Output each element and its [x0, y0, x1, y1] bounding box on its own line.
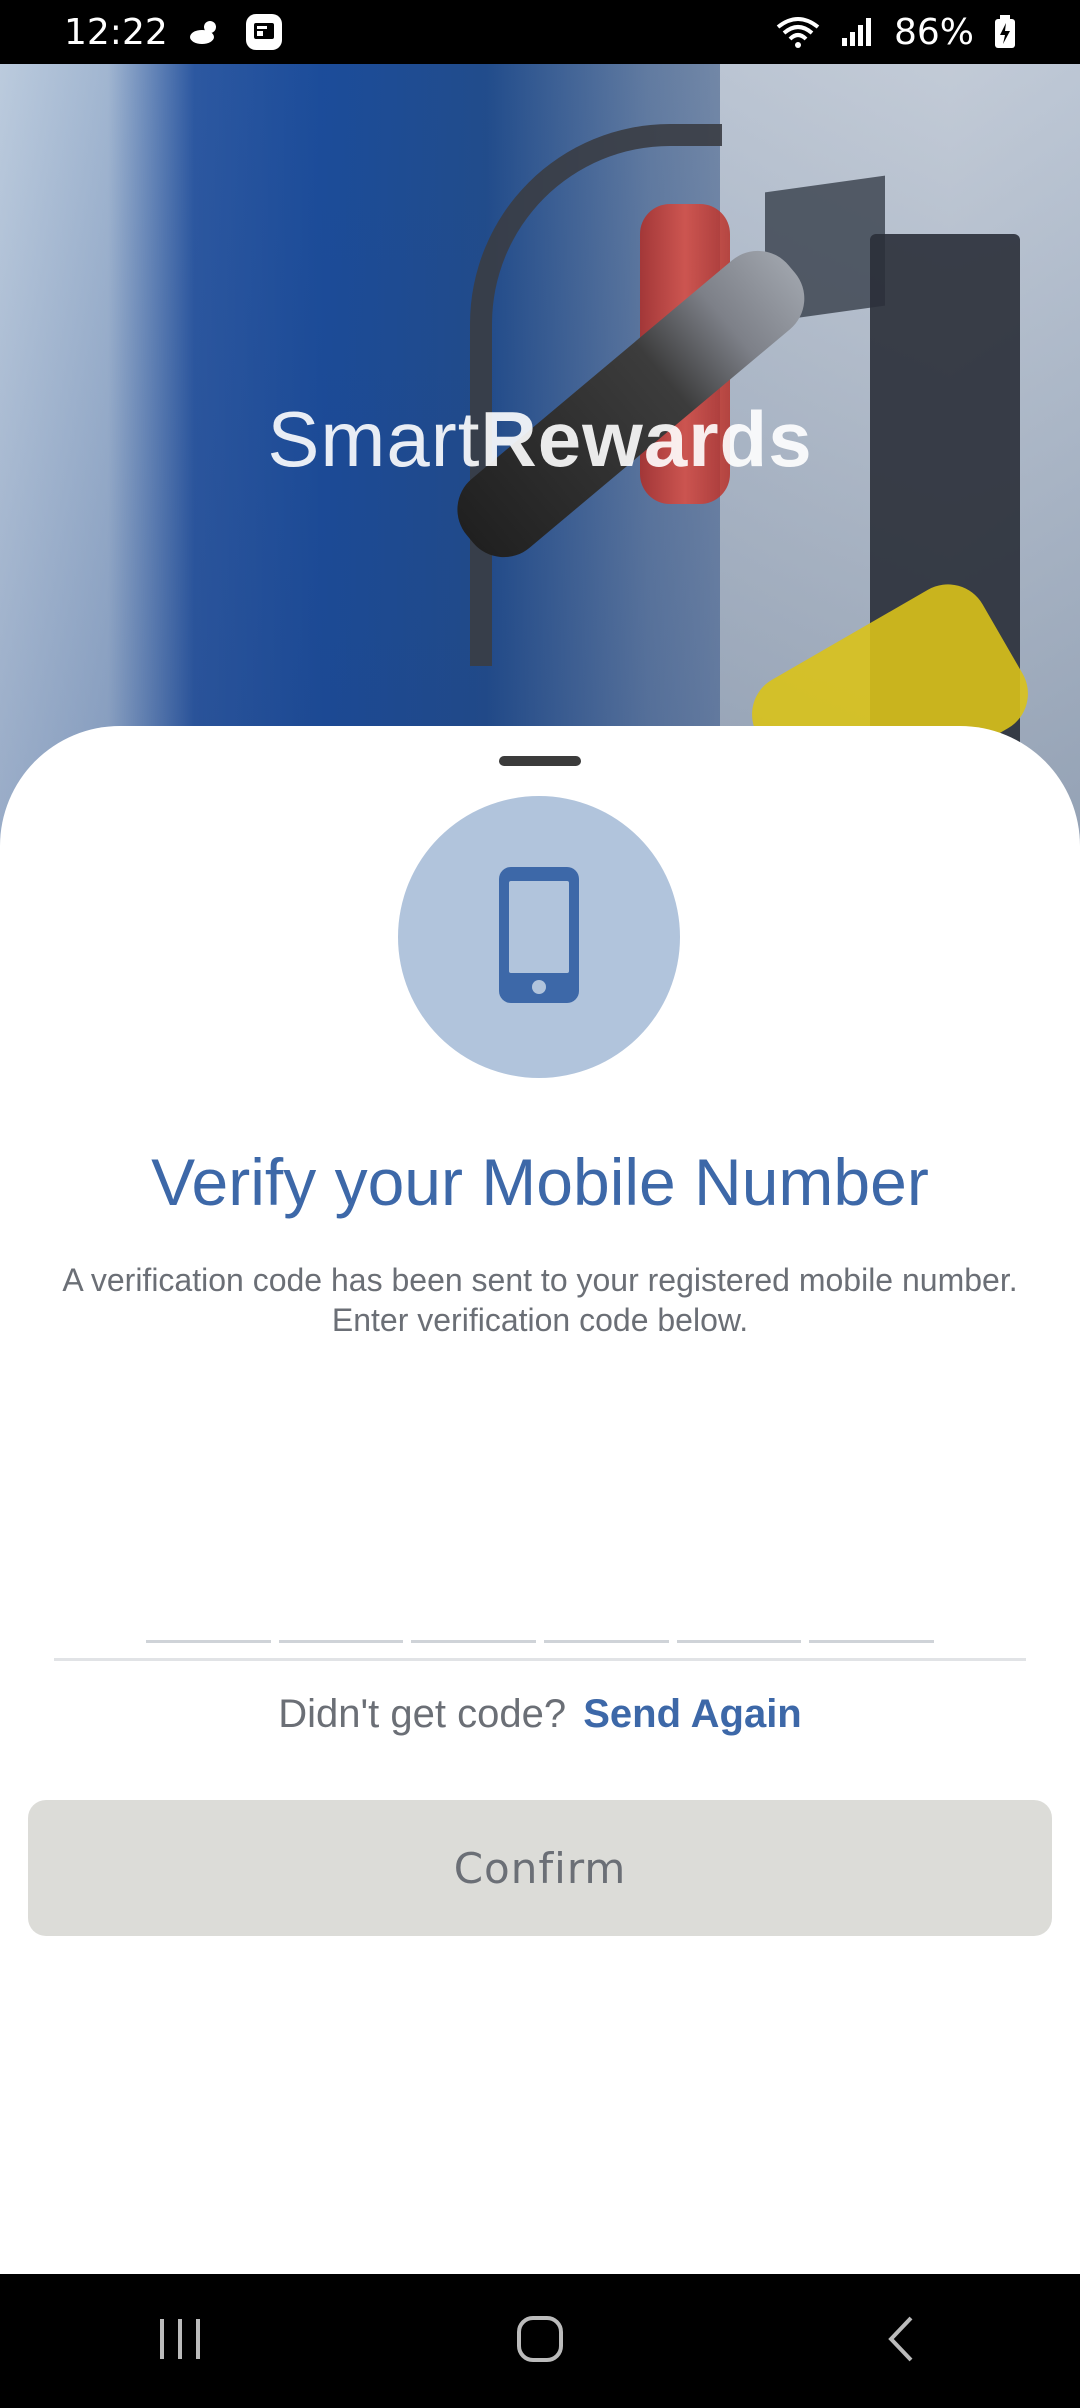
back-icon [883, 2314, 917, 2369]
home-icon [515, 2314, 565, 2369]
code-digit-2[interactable] [278, 1580, 404, 1643]
battery-percentage: 86% [893, 11, 974, 53]
divider [54, 1658, 1026, 1661]
brand-light-text: Smart [267, 395, 481, 483]
resend-prompt: Didn't get code? [278, 1692, 567, 1736]
system-navigation-bar [0, 2274, 1080, 2408]
instructions-line-2: Enter verification code below. [331, 1302, 749, 1338]
code-digit-6[interactable] [809, 1580, 935, 1643]
resend-row: Didn't get code? Send Again [0, 1692, 1080, 1737]
confirm-button[interactable]: Confirm [28, 1800, 1052, 1936]
home-button[interactable] [470, 2291, 610, 2391]
sheet-drag-handle[interactable] [499, 756, 581, 766]
code-digit-5[interactable] [676, 1580, 802, 1643]
status-time: 12:22 [64, 11, 168, 53]
signal-icon [840, 16, 874, 48]
instructions-line-1: A verification code has been sent to you… [62, 1262, 1018, 1298]
recent-apps-button[interactable] [110, 2291, 250, 2391]
notification-icon [244, 12, 284, 52]
verification-sheet: Verify your Mobile Number A verification… [0, 726, 1080, 2274]
battery-icon [994, 15, 1016, 49]
instructions-text: A verification code has been sent to you… [40, 1260, 1040, 1340]
mobile-phone-icon [497, 865, 581, 1010]
phone-icon-badge [398, 796, 680, 1078]
brand-bold-text: Rewards [480, 395, 813, 483]
page-title: Verify your Mobile Number [151, 1145, 929, 1219]
status-bar: 12:22 86% [0, 0, 1080, 64]
back-button[interactable] [830, 2291, 970, 2391]
brand-logo: SmartRewards [0, 394, 1080, 485]
code-digit-1[interactable] [146, 1580, 271, 1643]
status-right: 86% [776, 12, 1016, 53]
wifi-icon [776, 15, 820, 49]
status-left: 12:22 [64, 12, 284, 53]
send-again-link[interactable]: Send Again [583, 1692, 802, 1736]
recent-apps-icon [156, 2317, 204, 2366]
weather-icon [188, 17, 224, 47]
verification-code-input[interactable] [146, 1580, 935, 1643]
code-digit-4[interactable] [544, 1580, 669, 1643]
code-digit-3[interactable] [411, 1580, 537, 1643]
